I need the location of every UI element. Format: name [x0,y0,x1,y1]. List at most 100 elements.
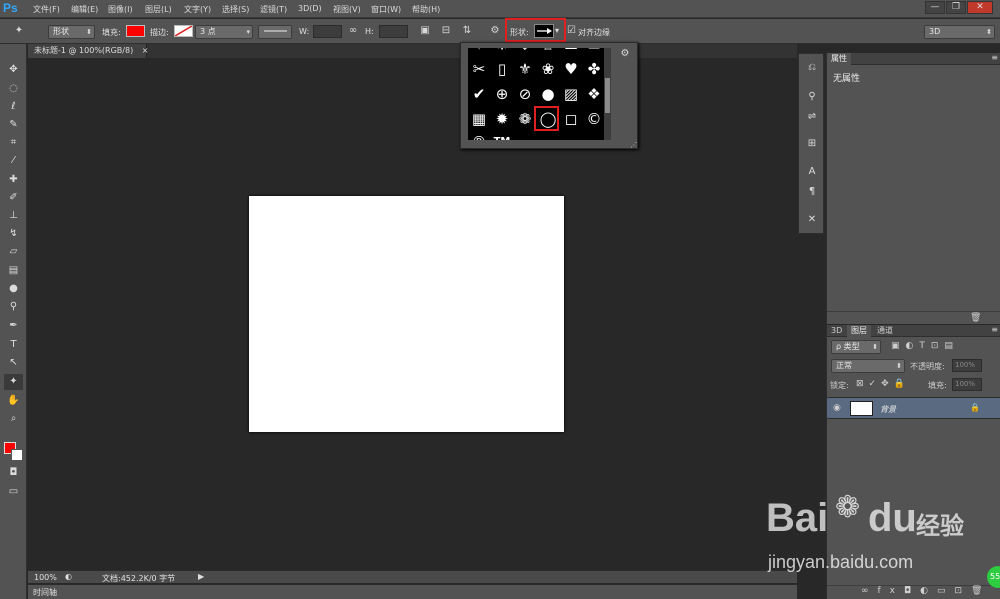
hatch-square-icon[interactable]: ▨ [560,83,582,105]
workspace-select[interactable]: 3D ⬍ [924,25,995,39]
menu-edit[interactable]: 编辑(E) [71,4,98,15]
custom-shape-tool-icon[interactable]: ✦ [12,24,26,38]
partial-shape-icon[interactable]: ♆ [514,48,536,56]
custom-shape-tool-icon-active[interactable]: ✦ [4,374,23,390]
opacity-field[interactable]: 100% [952,359,982,372]
history-brush-tool-icon[interactable]: ↯ [4,226,23,242]
partial-shape-icon[interactable]: ✦ [468,48,490,56]
restore-button[interactable]: ❐ [946,1,966,14]
adjustments-panel-icon[interactable]: ⇌ [805,110,819,124]
lasso-tool-icon[interactable]: ℓ [4,99,23,115]
menu-type[interactable]: 文字(Y) [184,4,211,15]
background-color[interactable] [11,449,23,461]
panel-menu-icon[interactable]: ≡ [991,325,998,334]
heart-icon[interactable]: ♥ [560,58,582,80]
zoom-level[interactable]: 100% [34,573,57,582]
path-operations-icon[interactable]: ▣ [418,24,432,38]
path-select-tool-icon[interactable]: ↖ [4,355,23,371]
blur-tool-icon[interactable]: ● [4,281,23,297]
menu-help[interactable]: 帮助(H) [412,4,440,15]
brush-panel-icon[interactable]: ⚲ [805,90,819,104]
quick-mask-icon[interactable]: ◘ [4,465,23,481]
screen-mode-icon[interactable]: ▭ [4,484,23,500]
character-panel-icon[interactable]: A [805,165,819,179]
partial-shape-icon[interactable]: ✸ [491,48,513,56]
grid-icon[interactable]: ▦ [468,108,490,130]
check-icon[interactable]: ☑ [567,25,576,36]
rectangle-frame-icon[interactable]: ▯ [491,58,513,80]
layers-footer-icons[interactable]: ∞fx◘◐▭⊡🗑 [827,585,1000,599]
layer-name[interactable]: 背景 [880,404,896,415]
tool-presets-panel-icon[interactable]: ✕ [805,213,819,227]
menu-window[interactable]: 窗口(W) [371,4,401,15]
trash-icon[interactable]: 🗑 [970,313,981,323]
tab-layers[interactable]: 图层 [847,325,871,337]
menu-3d[interactable]: 3D(D) [298,4,322,13]
eye-icon[interactable]: ◉ [833,403,841,413]
zoom-tool-icon[interactable]: ⌕ [4,411,23,427]
tool-mode-select[interactable]: 形状 ⬍ [48,25,95,39]
move-tool-icon[interactable]: ✥ [4,62,23,78]
resize-handle-icon[interactable]: ⋰ [627,138,641,152]
speech-bubble-icon[interactable]: ● [537,83,559,105]
fleur-de-lis-icon[interactable]: ⚜ [514,58,536,80]
panel-menu-icon[interactable]: ≡ [991,53,998,62]
fill-field[interactable]: 100% [952,378,982,391]
scissors-icon[interactable]: ✂ [468,58,490,80]
type-tool-icon[interactable]: T [4,337,23,353]
menu-layer[interactable]: 图层(L) [145,4,172,15]
layer-row-background[interactable]: ◉ 背景 🔒 [827,397,1000,419]
diamond-grid-icon[interactable]: ❖ [583,83,604,105]
partial-shape-icon[interactable]: ✉ [583,48,604,56]
menu-file[interactable]: 文件(F) [33,4,60,15]
layer-filter-select[interactable]: ρ 类型 ⬍ [831,340,881,354]
blend-mode-select[interactable]: 正常 ⬍ [831,359,905,373]
eraser-tool-icon[interactable]: ▱ [4,244,23,260]
tab-3d[interactable]: 3D [827,325,846,337]
lock-icons[interactable]: ⊠✓✥🔒 [856,379,910,389]
no-sign-icon[interactable]: ⊘ [514,83,536,105]
clone-source-panel-icon[interactable]: ⊞ [805,137,819,151]
menu-image[interactable]: 图像(I) [108,4,133,15]
document-canvas[interactable] [249,196,564,432]
puzzle-icon[interactable]: ✤ [583,58,604,80]
fill-swatch[interactable] [126,25,145,37]
quick-select-tool-icon[interactable]: ✎ [4,117,23,133]
partial-shape-icon[interactable]: ▬ [560,48,582,56]
path-alignment-icon[interactable]: ⊟ [439,24,453,38]
target-icon[interactable]: ⊕ [491,83,513,105]
stroke-swatch[interactable] [174,25,193,37]
menu-filter[interactable]: 滤镜(T) [260,4,287,15]
partial-shape-icon[interactable]: ♕ [537,48,559,56]
path-arrangement-icon[interactable]: ⇅ [460,24,474,38]
marquee-tool-icon[interactable]: ◌ [4,81,23,97]
link-icon[interactable]: ∞ [346,24,360,38]
trademark-icon[interactable]: TM [491,131,513,140]
eyedropper-tool-icon[interactable]: ⁄ [4,153,23,169]
tab-properties[interactable]: 属性 [827,53,851,65]
menu-view[interactable]: 视图(V) [333,4,361,15]
brush-tool-icon[interactable]: ✐ [4,190,23,206]
tab-channels[interactable]: 通道 [873,325,897,337]
height-field[interactable] [379,25,408,38]
stroke-width-select[interactable]: 3 点 ▾ [195,25,253,39]
starburst-icon[interactable]: ✹ [491,108,513,130]
menu-select[interactable]: 选择(S) [222,4,249,15]
gear-icon[interactable]: ⚙ [618,47,632,61]
close-tab-icon[interactable]: × [142,46,149,55]
registered-icon[interactable]: ® [468,131,490,140]
flower-bird-icon[interactable]: ❀ [537,58,559,80]
scrollbar-thumb[interactable] [605,78,610,113]
status-icon[interactable]: ◐ [65,572,72,581]
copyright-icon[interactable]: © [583,108,604,130]
layer-filter-icons[interactable]: ▣◐T⊡▤ [891,341,959,351]
gear-icon[interactable]: ⚙ [488,24,502,38]
clone-stamp-tool-icon[interactable]: ⊥ [4,208,23,224]
dodge-tool-icon[interactable]: ⚲ [4,299,23,315]
hand-tool-icon[interactable]: ✋ [4,393,23,409]
status-menu-arrow-icon[interactable]: ▶ [198,572,204,581]
gradient-tool-icon[interactable]: ▤ [4,263,23,279]
close-button[interactable]: ✕ [967,1,993,14]
paragraph-panel-icon[interactable]: ¶ [805,185,819,199]
crop-tool-icon[interactable]: ⌗ [4,135,23,151]
